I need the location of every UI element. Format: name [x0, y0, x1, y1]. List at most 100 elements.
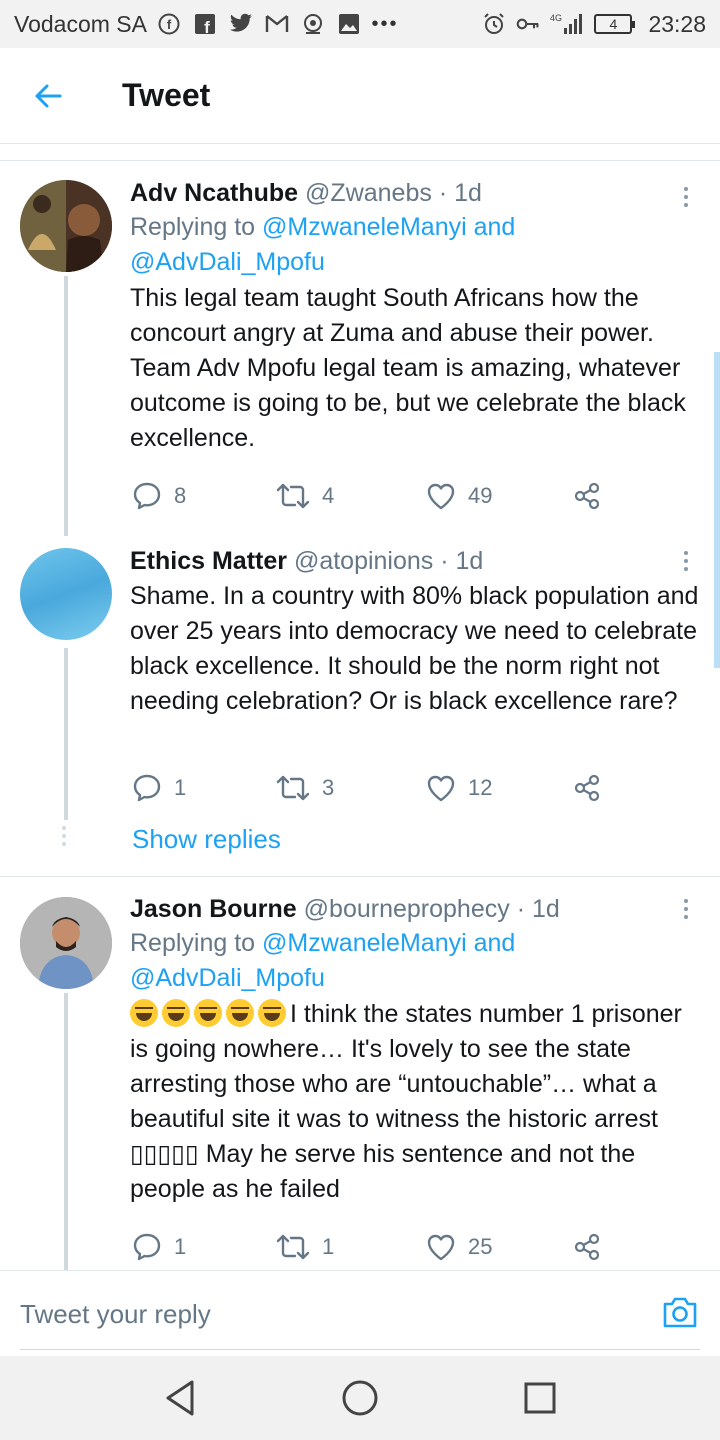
- share-button[interactable]: [572, 1227, 602, 1267]
- show-replies-link[interactable]: Show replies: [132, 824, 281, 855]
- tweet-text-body: I think the states number 1 prisoner is …: [130, 1000, 682, 1203]
- replying-label: Replying to: [130, 929, 256, 957]
- twitter-icon: [229, 12, 253, 36]
- laughing-emoji-group: [130, 999, 290, 1028]
- reply-count: 8: [174, 483, 187, 508]
- retweet-icon: [276, 1234, 310, 1260]
- battery-icon: 4: [594, 14, 636, 34]
- reply-count: 1: [174, 775, 187, 800]
- like-count: 25: [468, 1234, 493, 1259]
- clock: 23:28: [648, 10, 706, 37]
- share-icon: [574, 774, 600, 802]
- author-handle[interactable]: @atopinions: [294, 547, 433, 575]
- svg-text:f: f: [167, 17, 172, 32]
- like-button[interactable]: 49: [426, 476, 492, 516]
- reply-composer: Tweet your reply: [0, 1270, 720, 1356]
- retweet-count: 1: [322, 1234, 335, 1259]
- author-name[interactable]: Jason Bourne: [130, 895, 297, 923]
- nav-recents-button[interactable]: [520, 1378, 560, 1418]
- retweet-button[interactable]: 4: [276, 476, 334, 516]
- share-button[interactable]: [572, 768, 602, 808]
- reply-icon: [133, 774, 161, 802]
- thread-line: [64, 993, 68, 1270]
- camera-button[interactable]: [662, 1295, 698, 1329]
- tweet-text: I think the states number 1 prisoner is …: [130, 997, 700, 1207]
- author-handle[interactable]: @bourneprophecy: [304, 895, 510, 923]
- facebook-messenger-icon: f: [157, 12, 181, 36]
- share-button[interactable]: [572, 476, 602, 516]
- top-app-bar: Tweet: [0, 48, 720, 144]
- laughing-emoji-icon: [130, 999, 158, 1027]
- tweet-ethics-matter[interactable]: Ethics Matter @atopinions · 1d Shame. In…: [0, 536, 720, 876]
- like-button[interactable]: 12: [426, 768, 492, 808]
- avatar-image: [20, 180, 112, 272]
- laughing-emoji-icon: [258, 999, 286, 1027]
- reply-input[interactable]: Tweet your reply: [20, 1299, 211, 1330]
- facebook-icon: f: [193, 12, 217, 36]
- retweet-count: 3: [322, 775, 335, 800]
- like-button[interactable]: 25: [426, 1227, 492, 1267]
- heart-icon: [427, 775, 455, 802]
- nav-back-button[interactable]: [160, 1378, 200, 1418]
- tweet-more-button[interactable]: [676, 544, 696, 578]
- tweet-text: Shame. In a country with 80% black popul…: [130, 582, 699, 715]
- tweet-actions: 8 4 49: [132, 476, 612, 516]
- avatar-image: [20, 897, 112, 989]
- retweet-button[interactable]: 3: [276, 768, 334, 808]
- home-circle-icon: [342, 1380, 378, 1416]
- recents-square-icon: [524, 1382, 556, 1414]
- scrollbar[interactable]: [714, 352, 720, 668]
- tweet-actions: 1 1 25: [132, 1227, 612, 1267]
- more-notifications-icon: •••: [371, 12, 399, 35]
- back-button[interactable]: [0, 48, 96, 144]
- retweet-count: 4: [322, 483, 335, 508]
- tweet-jason-bourne[interactable]: Jason Bourne @bourneprophecy · 1d Replyi…: [0, 877, 720, 1270]
- laughing-emoji-icon: [226, 999, 254, 1027]
- heart-icon: [427, 1234, 455, 1261]
- mention-link[interactable]: @AdvDali_Mpofu: [130, 964, 325, 992]
- author-handle[interactable]: @Zwanebs: [305, 179, 432, 207]
- tweet-header: Ethics Matter @atopinions · 1d: [130, 544, 700, 578]
- retweet-icon: [276, 775, 310, 801]
- avatar[interactable]: [20, 548, 112, 640]
- thread-ellipsis: [62, 826, 66, 846]
- author-name[interactable]: Adv Ncathube: [130, 179, 298, 207]
- tweet-more-button[interactable]: [676, 892, 696, 926]
- like-count: 12: [468, 775, 493, 800]
- mention-link[interactable]: @MzwaneleManyi and: [262, 929, 515, 957]
- tweet-content: Jason Bourne @bourneprophecy · 1d Replyi…: [130, 892, 700, 1207]
- tweet-header: Adv Ncathube @Zwanebs · 1d: [130, 176, 700, 210]
- network-type: 4G: [550, 13, 562, 23]
- notification-icons: f f •••: [157, 12, 397, 36]
- tweet-text: This legal team taught South Africans ho…: [130, 284, 686, 452]
- system-navigation-bar: [0, 1356, 720, 1440]
- reply-icon: [133, 1233, 161, 1261]
- like-count: 49: [468, 483, 493, 508]
- author-name[interactable]: Ethics Matter: [130, 547, 287, 575]
- page-title: Tweet: [122, 77, 211, 113]
- mention-link[interactable]: @AdvDali_Mpofu: [130, 248, 325, 276]
- camera-icon: [663, 1297, 697, 1328]
- tweet-adv-ncathube[interactable]: Adv Ncathube @Zwanebs · 1d Replying to @…: [0, 160, 720, 536]
- carrier-label: Vodacom SA: [14, 10, 147, 37]
- nav-home-button[interactable]: [340, 1378, 380, 1418]
- back-arrow-icon: [35, 84, 62, 107]
- battery-level: 4: [609, 16, 618, 32]
- avatar[interactable]: [20, 897, 112, 989]
- tweet-time: · 1d: [516, 895, 560, 923]
- signal-icon: 4G: [550, 12, 584, 36]
- share-icon: [574, 1233, 600, 1261]
- tweet-more-button[interactable]: [676, 180, 696, 214]
- back-triangle-icon: [166, 1380, 194, 1416]
- reply-button[interactable]: 1: [132, 768, 186, 808]
- avatar[interactable]: [20, 180, 112, 272]
- retweet-button[interactable]: 1: [276, 1227, 334, 1267]
- tweet-time: · 1d: [438, 179, 482, 207]
- reply-button[interactable]: 1: [132, 1227, 186, 1267]
- mention-link[interactable]: @MzwaneleManyi and: [262, 213, 515, 241]
- vpn-key-icon: [516, 12, 540, 36]
- location-alert-icon: [301, 12, 325, 36]
- laughing-emoji-icon: [194, 999, 222, 1027]
- tweet-actions: 1 3 12: [132, 768, 612, 808]
- reply-button[interactable]: 8: [132, 476, 186, 516]
